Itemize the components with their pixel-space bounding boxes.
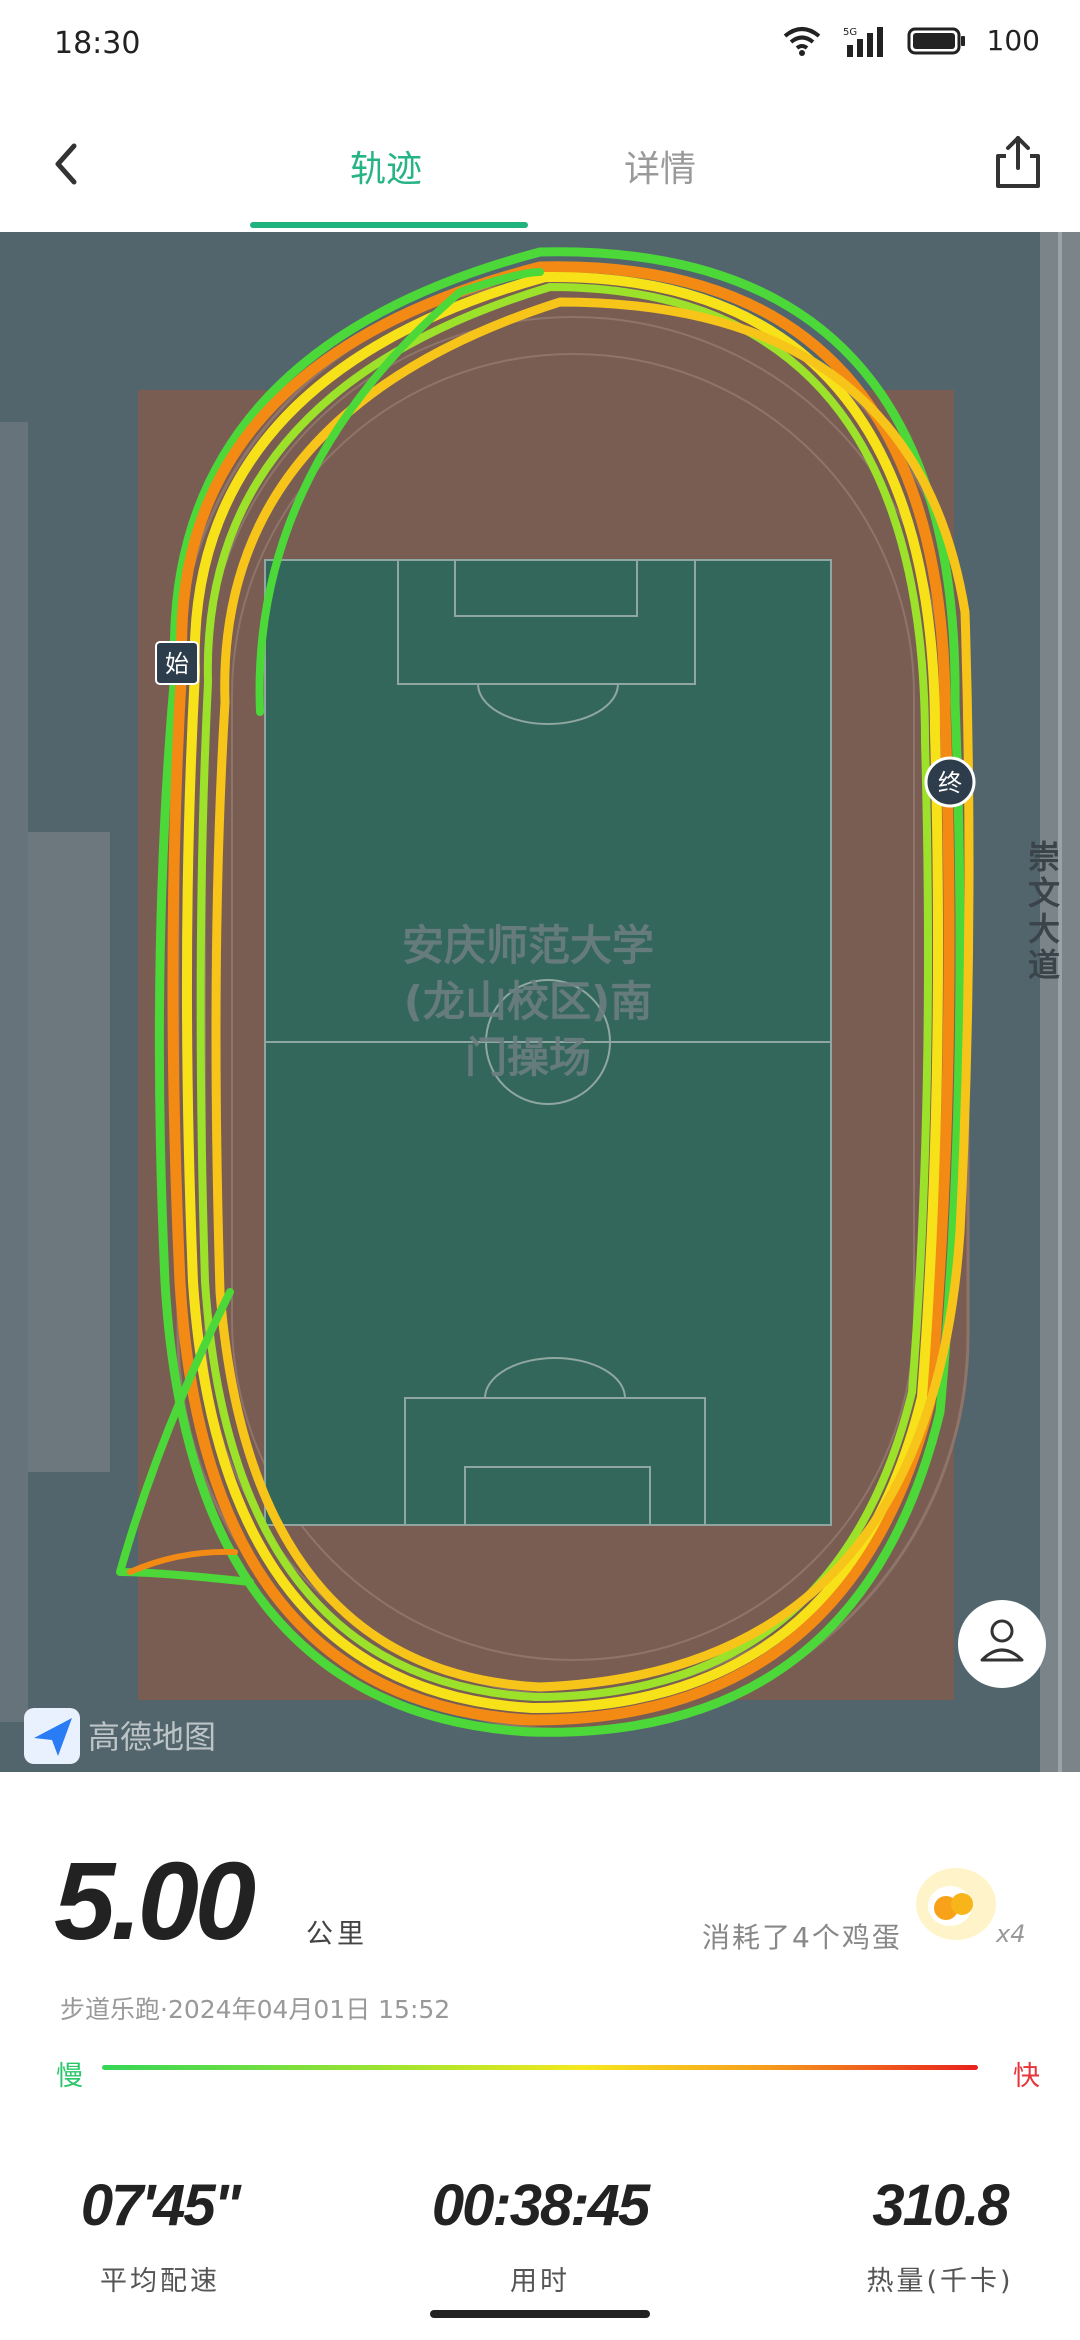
top-nav: 轨迹 详情 [0,110,1080,232]
map-provider-logo: 高德地图 [24,1708,216,1764]
battery-icon [907,27,965,54]
end-marker: 终 [924,756,976,808]
speed-fast-label: 快 [1013,2061,1040,2092]
start-marker-label: 始 [165,650,189,678]
back-arrow-icon[interactable] [46,138,86,190]
status-time: 18:30 [54,26,141,61]
map-provider-text: 高德地图 [88,1718,216,1756]
home-indicator[interactable] [430,2310,650,2318]
speed-slow-label: 慢 [56,2061,83,2092]
eggs-count: x4 [996,1920,1026,1948]
end-marker-label: 终 [938,769,962,797]
road-label-char2: 文 [1028,874,1060,912]
duration-metric: 00:38:45 用时 [400,2172,680,2298]
speed-gradient-bar [102,2065,978,2070]
map-road-line [1058,232,1062,1772]
network-type-label: 5G [843,27,857,38]
duration-value: 00:38:45 [431,2173,650,2238]
avg-pace-value: 07'45" [80,2173,241,2238]
calories-value: 310.8 [872,2173,1009,2238]
avg-pace-label: 平均配速 [100,2266,220,2297]
fried-egg-icon [916,1868,996,1940]
start-marker: 始 [155,641,199,685]
locate-person-button[interactable] [958,1600,1046,1688]
venue-label-line3: 门操场 [465,1033,591,1082]
calories-metric: 310.8 热量(千卡) [840,2172,1040,2298]
status-bar: 18:30 5G 100 [0,0,1080,90]
route-map[interactable]: 安庆师范大学 (龙山校区)南 门操场 崇 文 大 道 始 终 高德地图 [0,232,1080,1772]
road-label-char3: 大 [1028,910,1060,948]
duration-label: 用时 [510,2266,570,2297]
distance-value: 5.00 [54,1840,256,1963]
cellular-signal-icon: 5G [843,26,883,57]
road-label-char1: 崇 [1028,838,1060,876]
eggs-consumed-text: 消耗了4个鸡蛋 [702,1921,902,1954]
run-date-line: 步道乐跑·2024年04月01日 15:52 [60,1995,451,2024]
active-tab-indicator [250,222,528,228]
tab-track[interactable]: 轨迹 [350,140,422,192]
run-summary: 5.00 公里 消耗了4个鸡蛋 x4 步道乐跑·2024年04月01日 15:5… [0,1772,1080,2340]
battery-level: 100 [986,24,1040,57]
venue-label-line1: 安庆师范大学 [402,921,654,970]
tab-details[interactable]: 详情 [624,140,696,192]
calories-label: 热量(千卡) [866,2266,1014,2297]
map-building-left-2 [0,422,28,1722]
venue-label-line2: (龙山校区)南 [404,977,652,1026]
wifi-icon [783,26,820,56]
road-label-char4: 道 [1028,946,1060,984]
distance-unit: 公里 [306,1919,368,1950]
share-icon[interactable] [988,132,1048,192]
avg-pace-metric: 07'45" 平均配速 [50,2172,270,2298]
